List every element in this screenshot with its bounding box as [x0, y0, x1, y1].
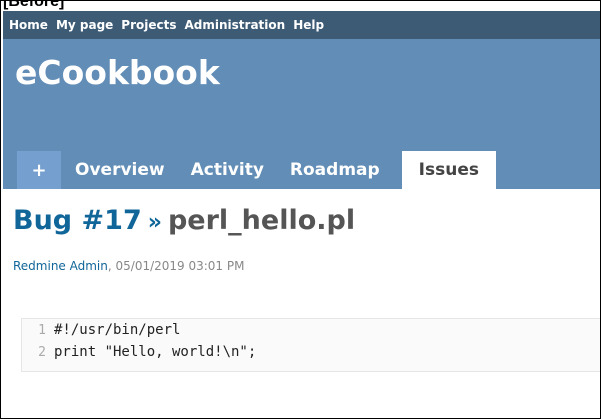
code-line: 2 print "Hello, world!\n"; — [22, 341, 600, 363]
project-header: eCookbook + Overview Activity Roadmap Is… — [3, 39, 600, 189]
code-text: #!/usr/bin/perl — [54, 322, 181, 338]
tab-new-object[interactable]: + — [17, 151, 61, 189]
tab-overview[interactable]: Overview — [63, 151, 177, 189]
issue-title: Bug #17» perl_hello.pl — [13, 201, 598, 243]
project-tabs: + Overview Activity Roadmap Issues — [3, 151, 498, 189]
tab-roadmap[interactable]: Roadmap — [278, 151, 392, 189]
top-menu-home[interactable]: Home — [9, 18, 48, 32]
top-menu-my-page[interactable]: My page — [56, 18, 113, 32]
project-title[interactable]: eCookbook — [15, 53, 220, 92]
attachment-filename: perl_hello.pl — [167, 205, 356, 236]
line-number: 1 — [38, 322, 46, 338]
top-menu-help[interactable]: Help — [293, 18, 324, 32]
code-text: print "Hello, world!\n"; — [54, 344, 257, 360]
line-number: 2 — [38, 344, 46, 360]
author-link[interactable]: Redmine Admin — [13, 259, 108, 273]
before-annotation: [Before] — [3, 0, 65, 10]
screenshot-frame: [Before] Home My page Projects Administr… — [0, 0, 601, 419]
main-content: Bug #17» perl_hello.pl Redmine Admin, 05/… — [13, 201, 598, 273]
tab-activity[interactable]: Activity — [179, 151, 276, 189]
issue-link[interactable]: Bug #17 — [13, 205, 142, 236]
attachment-author: Redmine Admin, 05/01/2019 03:01 PM — [13, 259, 598, 273]
code-block: 1 #!/usr/bin/perl 2 print "Hello, world!… — [21, 318, 600, 372]
top-menu-administration[interactable]: Administration — [185, 18, 286, 32]
top-menu-projects[interactable]: Projects — [121, 18, 176, 32]
top-menu-bar: Home My page Projects Administration Hel… — [3, 11, 600, 39]
breadcrumb-separator: » — [147, 210, 162, 235]
attachment-date: , 05/01/2019 03:01 PM — [107, 259, 245, 273]
tab-issues[interactable]: Issues — [401, 151, 496, 189]
code-line: 1 #!/usr/bin/perl — [22, 319, 600, 341]
